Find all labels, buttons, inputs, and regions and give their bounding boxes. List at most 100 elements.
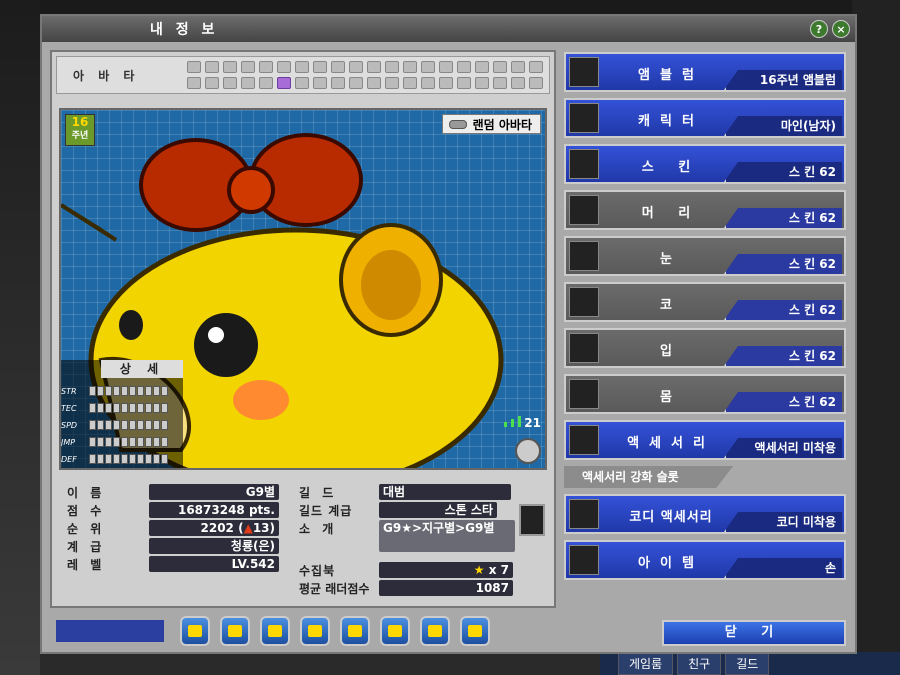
chart-icon[interactable] [420,616,450,646]
avatar-slot[interactable] [493,77,507,89]
avatar-slot[interactable] [313,77,327,89]
equip-row[interactable]: 코 스 킨 62 [564,282,846,322]
avatar-slot[interactable] [367,61,381,73]
avatar-slot[interactable] [349,77,363,89]
equip-thumbnail-icon [569,499,599,529]
avatar-slot[interactable] [421,77,435,89]
equip-value: 16주년 앰블럼 [724,70,842,90]
ladder-label: 평균 래더점수 [299,582,370,596]
avatar-slot[interactable] [205,61,219,73]
avatar-slot[interactable] [439,77,453,89]
avatar-slot[interactable] [475,61,489,73]
avatar-slot[interactable] [295,61,309,73]
equip-row[interactable]: 액세서리 액세서리 미착용 [564,420,846,460]
equip-row[interactable]: 앰블럼 16주년 앰블럼 [564,52,846,92]
bg-tab-friends[interactable]: 친구 [677,652,722,675]
avatar-slot[interactable] [403,77,417,89]
avatar-slot[interactable] [223,77,237,89]
avatar-slot[interactable] [349,61,363,73]
avatar-slot[interactable] [241,61,255,73]
avatar-slot[interactable] [259,61,273,73]
bg-tab-gameroom[interactable]: 게임룸 [618,652,674,675]
equipment-panel: 앰블럼 16주년 앰블럼 캐릭터 마인(남자) 스 킨스 킨 62 머 리스 킨 62 눈 스… [564,52,848,612]
avatar-slot[interactable] [457,61,471,73]
avatar-slot[interactable] [511,77,525,89]
avatar-label: 아 바 타 [73,69,140,83]
guild-rank-label: 길드 계급 [299,504,353,518]
equip-value: 코디 미착용 [724,512,842,532]
equip-row[interactable]: 스 킨 스 킨 62 [564,144,846,184]
help-icon[interactable]: ? [810,20,828,38]
avatar-slot[interactable] [205,77,219,89]
avatar-slot[interactable] [439,61,453,73]
background-tabbar: 게임룸 친구 길드 [600,652,900,675]
chat-icon[interactable] [180,616,210,646]
avatar-slot[interactable] [331,61,345,73]
avatar-slot[interactable] [457,77,471,89]
titlebar[interactable]: 내 정 보 ? × [42,16,855,42]
avatar-slot[interactable] [187,61,201,73]
equip-thumbnail-icon [569,545,599,575]
avatar-slot[interactable] [295,77,309,89]
avatar-slot[interactable] [277,77,291,89]
bg-tab-guild[interactable]: 길드 [725,652,770,675]
close-icon[interactable]: × [832,20,850,38]
equip-label: 눈 [660,252,682,267]
bag-icon[interactable] [340,616,370,646]
avatar-slot[interactable] [277,61,291,73]
avatar-slot[interactable] [529,77,543,89]
stat-label: STR [61,386,77,396]
avatar-ear-left [61,203,118,242]
folder-icon[interactable] [220,616,250,646]
rank-number: 2202 [200,521,234,535]
guild-label: 길 드 [299,486,338,500]
bottom-toolbar [50,614,556,650]
equip-row[interactable]: 머 리 스 킨 62 [564,190,846,230]
equip-row[interactable]: 코디 액세서리 코디 미착용 [564,494,846,534]
window-title: 내 정 보 [150,22,219,38]
avatar-slot[interactable] [493,61,507,73]
equip-row[interactable]: 입 스 킨 62 [564,328,846,368]
card-icon[interactable] [460,616,490,646]
rank-change: 13 [252,521,270,535]
equip-label: 코 [660,298,682,313]
avatar-slot[interactable] [259,77,273,89]
stat-row: JMP [61,435,168,449]
avatar-slot[interactable] [367,77,381,89]
avatar-slot[interactable] [385,77,399,89]
intro-value: G9★>지구별>G9별 [379,520,515,552]
avatar-slot[interactable] [475,77,489,89]
ladder-value: 1087 [379,580,513,596]
shield-icon[interactable] [260,616,290,646]
gear-icon[interactable] [515,438,541,464]
stat-row: DEF [61,452,168,466]
avatar-slot[interactable] [385,61,399,73]
equip-value: 스 킨 62 [724,208,842,228]
equip-label: 스 킨 [641,160,701,175]
signal-value: 21 [524,416,541,430]
avatar-slot[interactable] [187,77,201,89]
avatar-slot[interactable] [421,61,435,73]
equip-row[interactable]: 캐릭터 마인(남자) [564,98,846,138]
avatar-slot[interactable] [313,61,327,73]
equip-row[interactable]: 눈 스 킨 62 [564,236,846,276]
close-button[interactable]: 닫 기 [662,620,846,646]
avatar-slot[interactable] [331,77,345,89]
profile-panel: 아 바 타 16 주년 랜덤 아바타 상 세 STR TEC SPD JMP D… [50,50,556,608]
avatar-slot[interactable] [511,61,525,73]
name-label: 이 름 [67,486,106,500]
avatar-slot[interactable] [403,61,417,73]
equip-row[interactable]: 아이템 손 [564,540,846,580]
avatar-slot[interactable] [241,77,255,89]
guild-value[interactable]: 대범 [379,484,511,500]
avatar-slot[interactable] [223,61,237,73]
stat-row: STR [61,384,168,398]
star-icon-button[interactable] [300,616,330,646]
equip-row[interactable]: 몸 스 킨 62 [564,374,846,414]
toolbar-input[interactable] [54,618,166,644]
stat-bar [89,403,168,413]
accessory-slot-strip[interactable]: 액세서리 강화 슬롯 [564,466,734,488]
avatar-slot[interactable] [529,61,543,73]
equip-thumbnail-icon [569,379,599,409]
bell-icon[interactable] [380,616,410,646]
